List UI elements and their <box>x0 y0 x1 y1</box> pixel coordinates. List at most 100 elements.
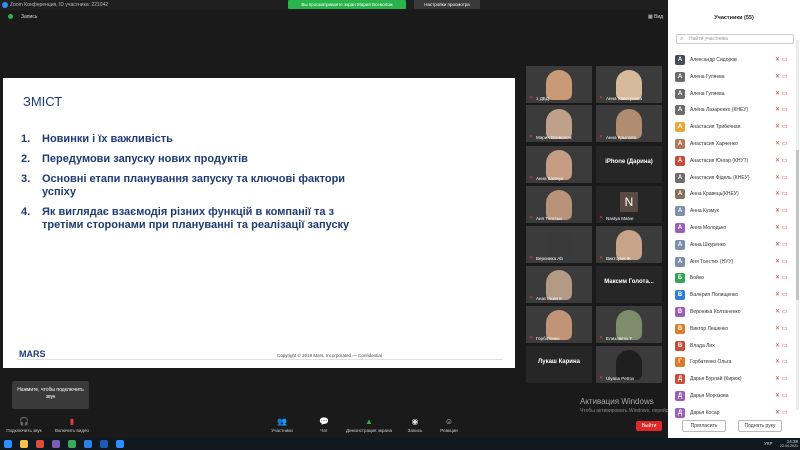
participant-search-input[interactable]: ⌕ Найти участника <box>676 34 794 44</box>
mic-muted-icon: ✕ <box>775 393 781 399</box>
video-tile[interactable]: Максим Голота... <box>596 266 662 303</box>
video-tile[interactable]: ✕ Горбатенко <box>526 306 592 343</box>
avatar: А <box>675 139 685 149</box>
participant-status: ✕ ▭ <box>775 409 787 416</box>
video-tile[interactable]: ✕ Аня Толстых <box>526 186 592 223</box>
view-button[interactable]: ▦ Вид <box>648 14 663 20</box>
video-tile[interactable]: iPhone (Дарина) <box>596 146 662 183</box>
participant-row[interactable]: В Валерия Полищенко ✕ ▭ <box>672 287 792 303</box>
invite-button[interactable]: Пригласить <box>682 420 726 432</box>
language-indicator[interactable]: УКР <box>764 441 772 446</box>
video-off-icon: ▭ <box>781 342 788 349</box>
mic-muted-icon: ✕ <box>775 107 781 114</box>
participant-name-display: Максим Голота... <box>604 279 654 285</box>
participant-status: ✕ ▭ <box>775 207 787 214</box>
participant-name: Анастасия Юнгар (КНУТ) <box>690 157 749 164</box>
participant-row[interactable]: Г Горбатенко Ольга ✕ ▭ <box>672 354 792 370</box>
participant-row[interactable]: А Александр Сидоров ✕ ▭ <box>672 52 792 68</box>
participant-name: Мария Всеволож <box>536 135 572 140</box>
participant-row[interactable]: В Влада Лих ✕ ▭ <box>672 338 792 354</box>
video-tile[interactable]: ✕ Анна Шевчук <box>526 146 592 183</box>
windows-activation-watermark: Активация Windows <box>580 397 654 406</box>
participant-row[interactable]: В Виктор Лешенко ✕ ▭ <box>672 321 792 337</box>
video-tile[interactable]: ✕ Анна Крылова <box>596 105 662 142</box>
chat-button[interactable]: 💬 Чат <box>312 418 336 434</box>
opera-icon[interactable] <box>36 440 44 448</box>
video-tile[interactable]: ✕ 1 ДБД <box>526 66 592 103</box>
video-tile[interactable]: ✕ Мария Всеволож <box>526 105 592 142</box>
start-icon[interactable] <box>4 440 12 448</box>
participant-row[interactable]: А Анастасия Трибечная ✕ ▭ <box>672 119 792 135</box>
mic-muted-icon: ✕ <box>775 57 781 63</box>
participant-row[interactable]: А Аня Толстих (НУУ) ✕ ▭ <box>672 254 792 270</box>
participant-row[interactable]: А Анна Кравець(КНЕУ) ✕ ▭ <box>672 186 792 202</box>
participant-name: Анна Хвастунова <box>606 96 643 101</box>
mic-muted-icon: ✕ <box>775 90 781 97</box>
panel-scrollbar[interactable] <box>796 40 799 410</box>
video-off-icon: ▭ <box>781 359 788 366</box>
participant-row[interactable]: А Алёна Лазаренко (КНЕУ) ✕ ▭ <box>672 102 792 118</box>
participant-status: ✕ ▭ <box>775 241 787 248</box>
participant-name: Анастасия К <box>536 296 562 301</box>
participants-button[interactable]: 👥 Участники <box>262 417 302 434</box>
video-tile[interactable]: ✕ Елизавета Т <box>596 306 662 343</box>
video-tile[interactable]: ✕ Вероника Ab <box>526 226 592 263</box>
participant-row[interactable]: А Анастасия Харченко ✕ ▭ <box>672 136 792 152</box>
video-tile[interactable]: ✕ Анастасия К <box>526 266 592 303</box>
participant-row[interactable]: Д Дарья Бурлай (Кирюк) ✕ ▭ <box>672 371 792 387</box>
participant-row[interactable]: В Вероника Колтаненко ✕ ▭ <box>672 304 792 320</box>
participant-row[interactable]: А Анна Шкуренко ✕ ▭ <box>672 237 792 253</box>
start-video-button[interactable]: ▮ Включить видео <box>50 418 94 434</box>
participant-status: ✕ ▭ <box>775 73 787 80</box>
word-icon[interactable] <box>100 440 108 448</box>
video-tile[interactable]: N ✕ Nastya Matve <box>596 186 662 223</box>
mic-muted-icon: ✕ <box>775 174 781 181</box>
participant-name: Алёна Лазаренко (КНЕУ) <box>690 107 749 114</box>
avatar: В <box>675 340 685 351</box>
join-audio-notice[interactable]: Нажмите, чтобы подключить звук <box>12 381 89 409</box>
raise-hand-button[interactable]: Поднять руку <box>738 420 782 432</box>
video-tile[interactable]: ✕ Виктория Ж <box>596 226 662 263</box>
participant-status: ✕ ▭ <box>775 106 787 113</box>
taskbar-clock[interactable]: 14:38 22.04.2021 <box>780 439 798 449</box>
participant-row[interactable]: Д Дарья Косар ✕ ▭ <box>672 405 792 421</box>
telegram-icon[interactable] <box>84 440 92 448</box>
window-title: Zoom Конференция, ID участника: 221042 <box>10 2 109 8</box>
mars-logo: MARS <box>19 349 46 359</box>
chrome-icon[interactable] <box>68 440 76 448</box>
participant-row[interactable]: А Анастасия Юнгар (КНУТ) ✕ ▭ <box>672 153 792 169</box>
record-button[interactable]: ◉ Запись <box>400 418 430 434</box>
participant-status: ✕ ▭ <box>775 375 787 382</box>
panel-title: Участники (55) <box>714 15 754 21</box>
view-options-button[interactable]: Настройки просмотра <box>414 0 480 9</box>
join-audio-button[interactable]: 🎧 Подключить звук <box>4 418 44 434</box>
video-tile[interactable]: Лукаш Карина <box>526 346 592 383</box>
participant-name: Анастасия Трибечная <box>690 124 741 131</box>
participant-row[interactable]: Б Бойко ✕ ▭ <box>672 270 792 286</box>
video-tile[interactable]: ✕ Анна Хвастунова <box>596 66 662 103</box>
participants-icon: 👥 <box>277 417 287 426</box>
participant-name: 1 ДБД <box>536 96 549 101</box>
participant-row[interactable]: А Анна Молодько ✕ ▭ <box>672 220 792 236</box>
zoom-icon[interactable] <box>116 440 124 448</box>
scrollbar-thumb[interactable] <box>796 150 799 300</box>
video-tile[interactable]: ✕ Ulyana Petrov <box>596 346 662 383</box>
reactions-button[interactable]: ☺ Реакции <box>434 418 464 434</box>
share-screen-button[interactable]: ▲ Демонстрация экрана <box>342 418 396 434</box>
participant-row[interactable]: Д Дарья Морозова ✕ ▭ <box>672 388 792 404</box>
participant-status: ✕ ▭ <box>775 123 787 130</box>
leave-meeting-button[interactable]: Выйти <box>636 421 662 431</box>
mic-muted-icon: ✕ <box>775 342 781 349</box>
avatar: А <box>675 122 685 133</box>
participant-row[interactable]: А Алена Гуляева ✕ ▭ <box>672 86 792 102</box>
participant-row[interactable]: А Анна Кузмук ✕ ▭ <box>672 203 792 219</box>
participant-row[interactable]: А Алена Гуляева ✕ ▭ <box>672 69 792 85</box>
video-off-icon: ▭ <box>781 208 788 215</box>
participant-name: Александр Сидоров <box>690 57 737 63</box>
mic-muted-icon: ✕ <box>599 335 604 341</box>
viber-icon[interactable] <box>52 440 60 448</box>
screen-share-notice[interactable]: Вы просматриваете экран Мария Всеволож <box>288 0 406 9</box>
explorer-icon[interactable] <box>20 440 28 448</box>
slide-title: ЗМІСТ <box>23 94 63 109</box>
participant-row[interactable]: А Анастасия Фідель (КНЕУ) ✕ ▭ <box>672 170 792 186</box>
